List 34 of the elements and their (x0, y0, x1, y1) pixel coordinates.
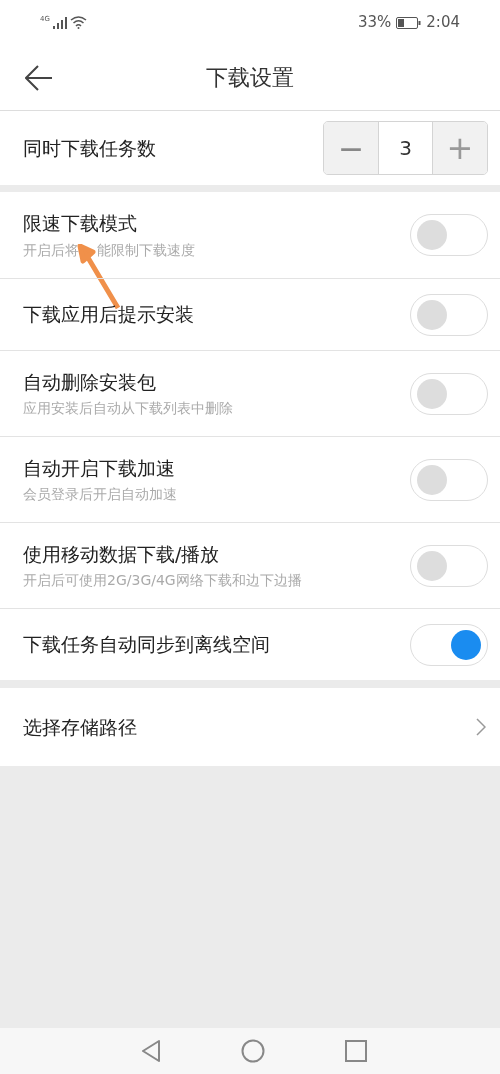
toggle-switch[interactable] (410, 293, 488, 336)
setting-description: 能限制下载速度 (97, 240, 195, 260)
home-icon[interactable] (241, 1039, 265, 1063)
setting-label: 限速下载模式 (23, 211, 138, 237)
setting-label: 同时下载任务数 (23, 135, 156, 161)
toggle-switch[interactable] (410, 458, 488, 501)
storage-path-row[interactable]: 选择存储路径 (0, 688, 500, 766)
setting-label: 选择存储路径 (23, 714, 137, 740)
increment-button[interactable]: + (433, 122, 487, 174)
setting-label: 使用移动数据下载/播放 (23, 541, 221, 567)
setting-description: 会员登录后开启自动加速 (23, 485, 177, 505)
back-arrow-icon[interactable] (25, 64, 53, 91)
recent-apps-icon[interactable] (345, 1040, 367, 1062)
chevron-right-icon (476, 718, 486, 736)
task-count: 3 (378, 122, 433, 174)
toggle-switch[interactable] (410, 372, 488, 415)
signal-icon (52, 17, 67, 29)
page-title: 下载设置 (206, 64, 294, 92)
toggle-switch[interactable] (410, 214, 488, 256)
clock: 2:04 (426, 12, 460, 34)
setting-label: 自动开启下载加速 (23, 455, 176, 481)
setting-label: 下载应用后提示安装 (23, 302, 194, 328)
battery-percent: 33% (357, 12, 392, 34)
toggle-switch[interactable] (410, 623, 488, 666)
setting-description: 开启后可使用2G/3G/4G网络下载和边下边播 (23, 571, 302, 591)
setting-label: 自动删除安装包 (23, 369, 157, 395)
battery-icon (396, 16, 422, 29)
toggle-switch[interactable] (410, 544, 488, 587)
decrement-button[interactable]: — (324, 122, 378, 174)
setting-description: 应用安装后自动从下载列表中删除 (23, 399, 233, 419)
wifi-icon (69, 16, 87, 29)
setting-label: 下载任务自动同步到离线空间 (23, 632, 270, 658)
back-icon[interactable] (141, 1040, 161, 1062)
setting-description: 开启后将 (23, 240, 79, 260)
